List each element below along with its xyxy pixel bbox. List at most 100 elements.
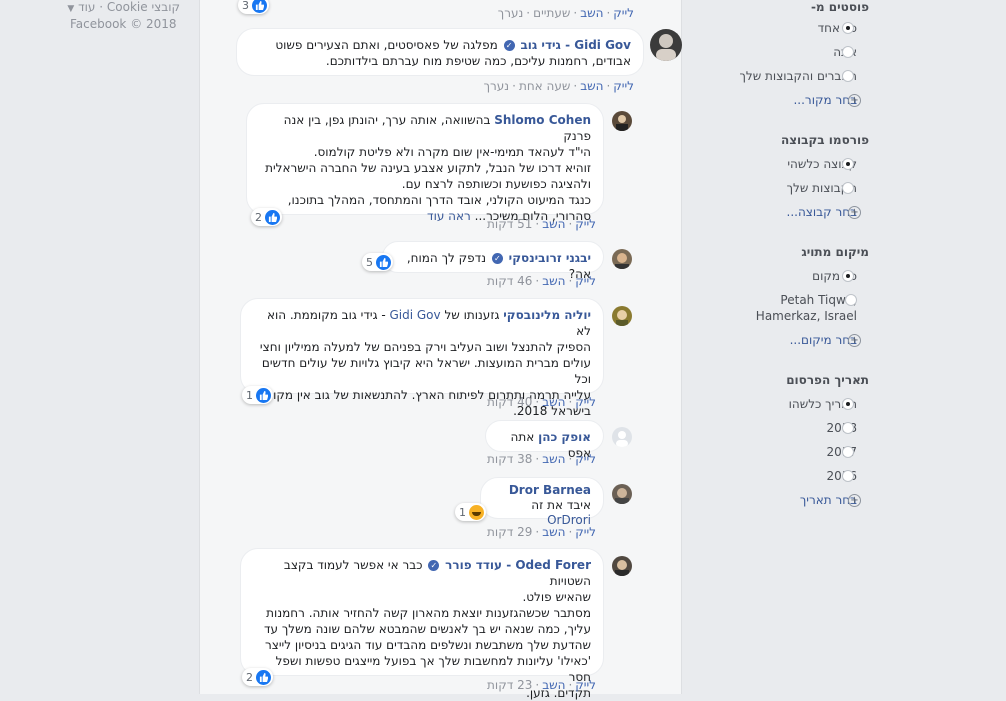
comment-actions: לייק·השב·46 דקות — [487, 274, 596, 288]
timestamp[interactable]: 38 דקות — [487, 452, 532, 466]
filter-option[interactable]: 2016 — [697, 468, 857, 484]
commenter-name[interactable]: Gidi Gov - גידי גוב — [520, 38, 631, 52]
reaction-count[interactable]: 1 — [455, 503, 486, 521]
commenter-name[interactable]: Oded Forer - עודד פורר — [445, 558, 591, 572]
see-more-link[interactable]: ראה עוד — [427, 209, 471, 223]
timestamp[interactable]: שעתיים — [533, 6, 570, 20]
like-link[interactable]: לייק — [613, 79, 634, 93]
timestamp[interactable]: 46 דקות — [487, 274, 532, 288]
radio-selected[interactable] — [842, 22, 854, 34]
commenter-name[interactable]: יוליה מלינובסקי — [503, 308, 591, 322]
filter-option[interactable]: Petah Tiqwa, Hamerkaz, Israel — [739, 292, 857, 324]
reply-link[interactable]: השב — [542, 525, 565, 539]
radio-selected[interactable] — [842, 270, 854, 282]
comment-actions: לייק·השב·29 דקות — [487, 525, 596, 539]
filter-option[interactable]: תאריך כלשהו — [697, 396, 857, 412]
filter-title-posts-from: פוסטים מ- — [810, 0, 869, 14]
avatar[interactable] — [612, 484, 632, 504]
like-link[interactable]: לייק — [575, 395, 596, 409]
comment-text: איבד את זה — [531, 498, 591, 512]
reply-link[interactable]: השב — [580, 6, 603, 20]
like-link[interactable]: לייק — [575, 452, 596, 466]
plus-icon[interactable]: + — [848, 494, 861, 507]
comment-actions: לייק·השב·40 דקות — [487, 395, 596, 409]
comment-bubble: Gidi Gov - גידי גוב ✓ מפלגה של פאסיסטים,… — [236, 28, 644, 76]
copyright: Facebook © 2018 — [70, 17, 177, 31]
commenter-name[interactable]: אופק כהן — [538, 430, 591, 444]
filter-option[interactable]: הקבוצות שלך — [697, 180, 857, 196]
comment-text-line: הי"ד לעהאד תמימי-אין שום מקרה ולא פליטת … — [313, 145, 591, 159]
radio-selected[interactable] — [842, 158, 854, 170]
tagged-user-link[interactable]: Gidi Gov — [389, 308, 440, 322]
cookies-link[interactable]: קובצי Cookie — [107, 0, 180, 14]
radio[interactable] — [845, 294, 857, 306]
verified-badge-icon: ✓ — [428, 560, 440, 571]
search-filters: פוסטים מ- כל אחד אתה החברים והקבוצות שלך… — [700, 0, 875, 694]
comment-actions: לייק·השב·51 דקות — [487, 217, 596, 231]
timestamp[interactable]: 23 דקות — [487, 678, 532, 692]
reply-link[interactable]: השב — [542, 395, 565, 409]
filter-option[interactable]: החברים והקבוצות שלך — [697, 68, 857, 84]
radio[interactable] — [842, 470, 854, 482]
radio[interactable] — [842, 46, 854, 58]
plus-icon[interactable]: + — [848, 334, 861, 347]
comment-text-line: עולים מברית המועצות. ישראל היא קיבוץ גלו… — [261, 356, 591, 386]
radio[interactable] — [842, 70, 854, 82]
reply-link[interactable]: השב — [542, 678, 565, 692]
timestamp[interactable]: 29 דקות — [487, 525, 532, 539]
avatar[interactable] — [612, 306, 632, 326]
timestamp[interactable]: 40 דקות — [487, 395, 532, 409]
plus-icon[interactable]: + — [848, 206, 861, 219]
choose-location-link[interactable]: בחר מיקום... — [790, 333, 857, 347]
radio[interactable] — [842, 422, 854, 434]
reaction-count[interactable]: 1 — [242, 386, 273, 404]
comment-bubble: Dror Barnea איבד את זה OrDrori — [480, 477, 604, 527]
comment-actions: לייק·השב·שעתיים·נערך — [497, 6, 634, 20]
filter-option[interactable]: כל אחד — [697, 20, 857, 36]
like-link[interactable]: לייק — [613, 6, 634, 20]
edited-label[interactable]: נערך — [484, 79, 510, 93]
comment-bubble: יוליה מלינובסקי גזענותו של Gidi Gov - גי… — [240, 298, 604, 418]
reply-link[interactable]: השב — [542, 452, 565, 466]
filter-option[interactable]: 2018 — [697, 420, 857, 436]
reaction-count[interactable]: 3 — [238, 0, 269, 14]
avatar[interactable] — [612, 556, 632, 576]
reply-link[interactable]: השב — [542, 217, 565, 231]
commenter-name[interactable]: Dror Barnea — [509, 483, 591, 497]
reaction-count[interactable]: 2 — [242, 668, 273, 686]
avatar[interactable] — [650, 29, 682, 61]
more-link[interactable]: עוד — [78, 0, 95, 14]
timestamp[interactable]: שעה אחת — [519, 79, 570, 93]
commenter-name[interactable]: יבגני זרובינסקי — [509, 251, 591, 265]
like-link[interactable]: לייק — [575, 274, 596, 288]
comment-bubble: יבגני זרובינסקי ✓ נדפק לך המוח, אה? — [382, 241, 604, 281]
like-link[interactable]: לייק — [575, 525, 596, 539]
timestamp[interactable]: 51 דקות — [487, 217, 532, 231]
radio[interactable] — [842, 446, 854, 458]
avatar[interactable] — [612, 427, 632, 447]
radio[interactable] — [842, 182, 854, 194]
like-link[interactable]: לייק — [575, 678, 596, 692]
filter-title-date: תאריך הפרסום — [786, 373, 869, 387]
avatar[interactable] — [612, 249, 632, 269]
reply-link[interactable]: השב — [580, 79, 603, 93]
caret-down-icon[interactable]: ▼ — [67, 4, 74, 14]
radio-selected[interactable] — [842, 398, 854, 410]
comment-text-line: מסתבר שכשהגזענות יוצאת מהארון קשה להחזיר… — [266, 606, 591, 620]
filter-option[interactable]: קבוצה כלשהי — [697, 156, 857, 172]
reply-link[interactable]: השב — [542, 274, 565, 288]
filter-option[interactable]: כל מקום — [697, 268, 857, 284]
choose-group-link[interactable]: בחר קבוצה... — [787, 205, 858, 219]
like-link[interactable]: לייק — [575, 217, 596, 231]
plus-icon[interactable]: + — [848, 94, 861, 107]
reaction-count[interactable]: 5 — [362, 253, 393, 271]
comment-text-line: שהאיש פולט. — [522, 590, 591, 604]
filter-title-group: פורסמו בקבוצה — [780, 133, 869, 147]
filter-option[interactable]: 2017 — [697, 444, 857, 460]
filter-option[interactable]: אתה — [697, 44, 857, 60]
commenter-name[interactable]: Shlomo Cohen — [494, 113, 591, 127]
edited-label[interactable]: נערך — [498, 6, 524, 20]
avatar[interactable] — [612, 111, 632, 131]
reaction-count[interactable]: 2 — [251, 208, 282, 226]
comment-text-line: הספיק להתנצל ושוב העליב וירק בפניהם של ל… — [259, 340, 591, 354]
